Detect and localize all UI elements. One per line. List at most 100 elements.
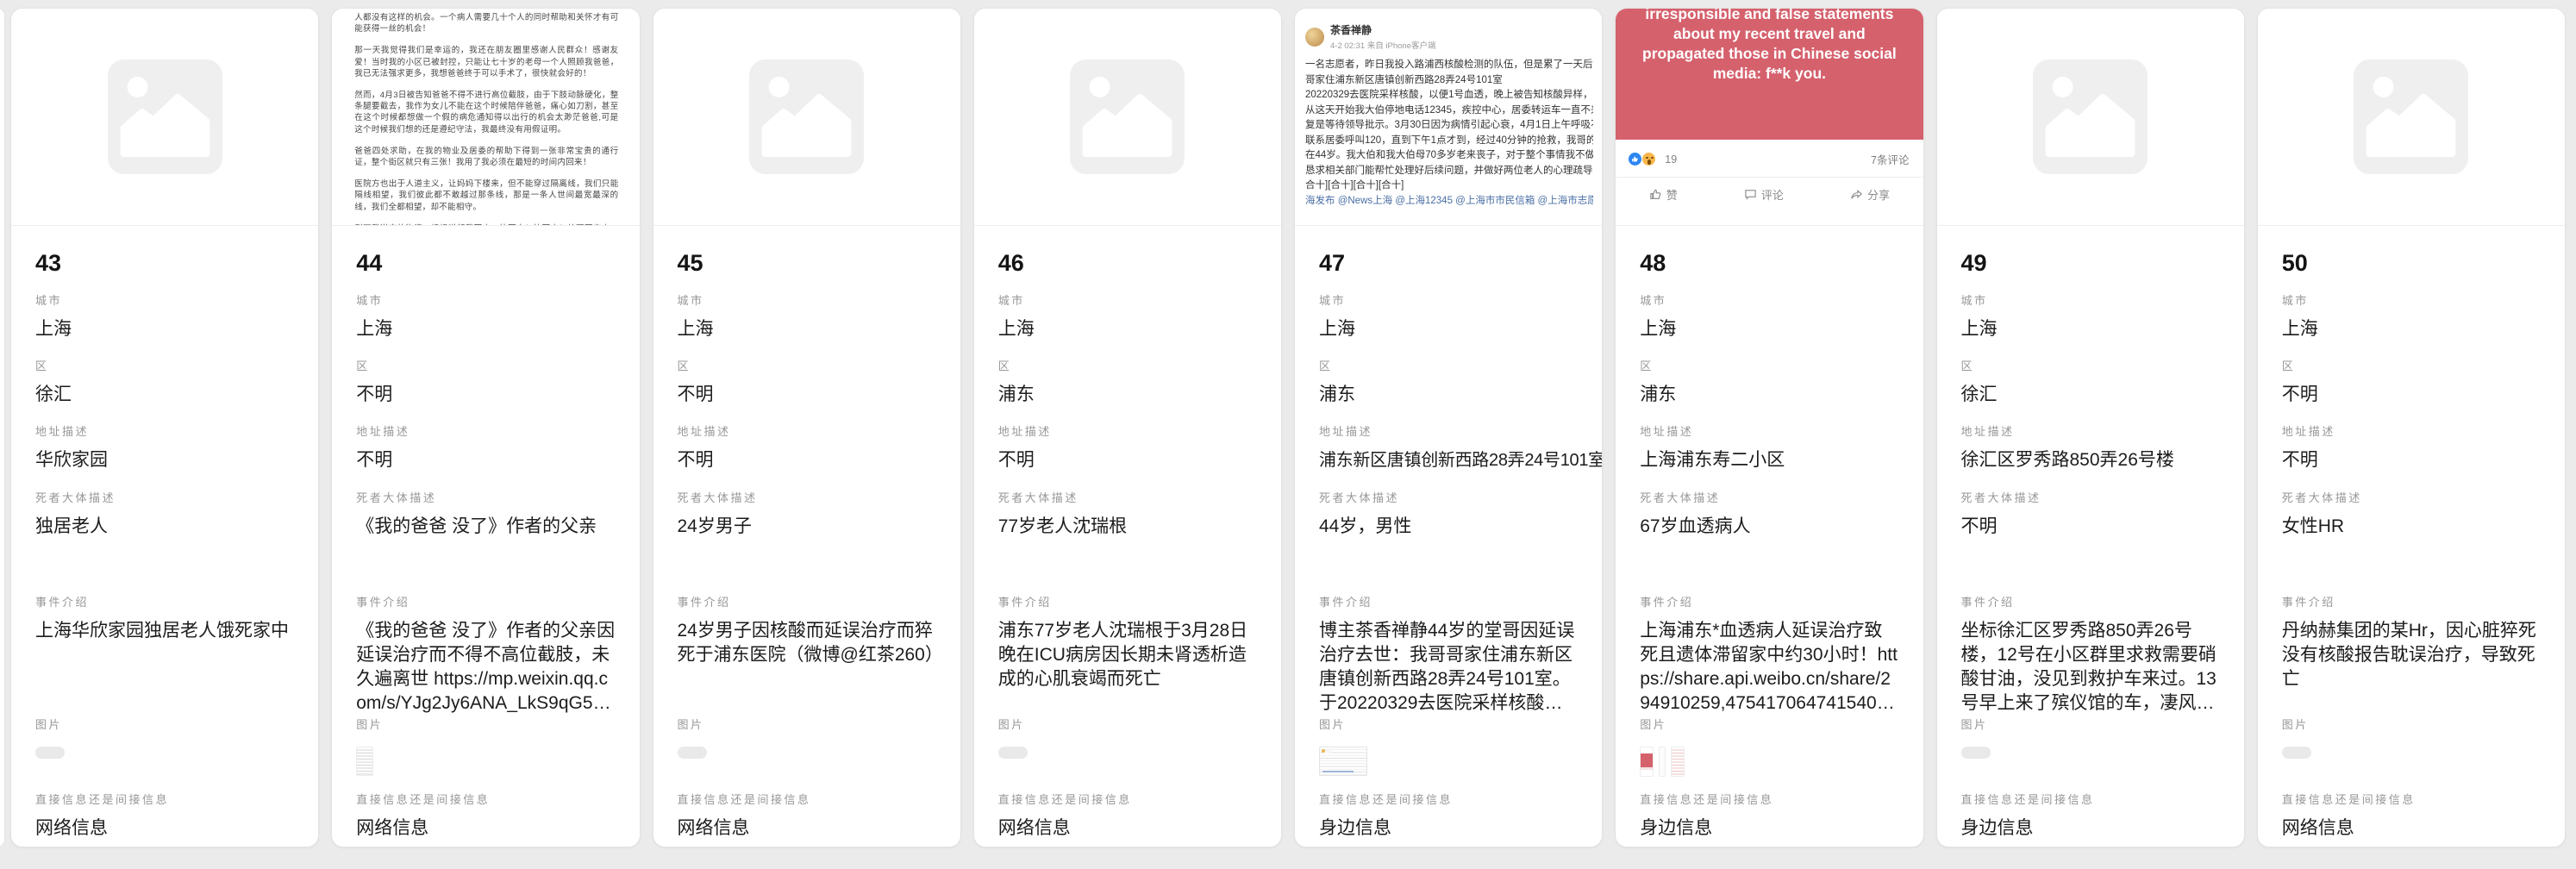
field-value-deceased: 女性HR xyxy=(2282,515,2541,539)
field-value-city: 上海 xyxy=(1319,317,1578,341)
attachment-thumbnail[interactable] xyxy=(1961,747,1991,759)
record-gallery: 43 城市上海 区徐汇 地址描述华欣家园 死者大体描述独居老人 事件介绍上海华欣… xyxy=(0,0,2576,869)
attachment-thumbnail[interactable] xyxy=(35,747,65,759)
field-value-address: 浦东新区唐镇创新西路28弄24号101室 xyxy=(1319,448,1578,472)
weibo-post-body: 一名志愿者，昨日我投入路浦西核酸检测的队伍，但是累了一天后晚上接 哥家住浦东新区… xyxy=(1305,58,1593,209)
reaction-count: 19 xyxy=(1665,153,1677,166)
field-label-deceased: 死者大体描述 xyxy=(678,489,936,505)
field-value-event: 上海华欣家园独居老人饿死家中 xyxy=(35,619,294,643)
field-label-direct: 直接信息还是间接信息 xyxy=(998,791,1257,807)
attachment-preview[interactable]: 茶香禅静 4-2 02:31 来自 iPhone客户端 一名志愿者，昨日我投入路… xyxy=(1295,9,1602,226)
field-label-event: 事件介绍 xyxy=(1319,593,1578,610)
field-label-images: 图片 xyxy=(1319,716,1578,732)
field-value-deceased: 77岁老人沈瑞根 xyxy=(998,515,1257,539)
field-label-deceased: 死者大体描述 xyxy=(1319,489,1578,505)
social-post-actions: 赞 评论 分享 xyxy=(1616,178,1923,203)
record-card[interactable]: 45 城市上海 区不明 地址描述不明 死者大体描述24岁男子 事件介绍24岁男子… xyxy=(653,8,961,847)
attachment-thumbnail[interactable] xyxy=(1659,747,1666,777)
field-label-city: 城市 xyxy=(35,291,294,308)
record-number: 50 xyxy=(2282,250,2541,291)
field-value-district: 浦东 xyxy=(1319,383,1578,407)
field-label-address: 地址描述 xyxy=(678,422,936,439)
field-value-deceased: 独居老人 xyxy=(35,515,294,539)
record-number: 48 xyxy=(1640,250,1898,291)
weibo-post-line: 20220329去医院采样核酸，以便1号血透，晚上被告知核酸异样，等待转移 xyxy=(1305,88,1593,103)
attachment-thumbnail[interactable] xyxy=(998,747,1028,759)
weibo-screenshot: 茶香禅静 4-2 02:31 来自 iPhone客户端 一名志愿者，昨日我投入路… xyxy=(1295,9,1602,209)
comment-bubble-icon xyxy=(1744,188,1757,201)
field-label-event: 事件介绍 xyxy=(998,593,1257,610)
field-label-address: 地址描述 xyxy=(998,422,1257,439)
field-label-event: 事件介绍 xyxy=(35,593,294,610)
record-card[interactable]: 46 城市上海 区浦东 地址描述不明 死者大体描述77岁老人沈瑞根 事件介绍浦东… xyxy=(973,8,1282,847)
like-button[interactable]: 赞 xyxy=(1649,186,1678,203)
record-number: 44 xyxy=(356,250,615,291)
image-placeholder-icon xyxy=(108,59,222,174)
field-value-event: 博主茶香禅静44岁的堂哥因延误治疗去世：我哥哥家住浦东新区唐镇创新西路28弄24… xyxy=(1319,619,1578,716)
field-label-event: 事件介绍 xyxy=(1640,593,1898,610)
field-value-deceased: 《我的爸爸 没了》作者的父亲 xyxy=(356,515,615,539)
attachment-preview[interactable] xyxy=(1937,9,2244,226)
record-card[interactable]: 50 城市上海 区不明 地址描述不明 死者大体描述女性HR 事件介绍丹纳赫集团的… xyxy=(2257,8,2566,847)
record-number: 46 xyxy=(998,250,1257,291)
field-label-district: 区 xyxy=(1640,357,1898,373)
field-value-district: 浦东 xyxy=(998,383,1257,407)
attachment-thumbnail[interactable] xyxy=(2282,747,2311,759)
field-label-district: 区 xyxy=(998,357,1257,373)
image-placeholder-icon xyxy=(1070,59,1185,174)
attachment-preview[interactable] xyxy=(974,9,1281,226)
attachment-preview[interactable]: irresponsible and false statements about… xyxy=(1616,9,1923,226)
comment-button[interactable]: 评论 xyxy=(1744,186,1784,203)
record-card[interactable]: irresponsible and false statements about… xyxy=(1615,8,1923,847)
field-label-images: 图片 xyxy=(998,716,1257,732)
field-value-direct: 网络信息 xyxy=(998,816,1257,841)
record-card[interactable]: 茶香禅静 4-2 02:31 来自 iPhone客户端 一名志愿者，昨日我投入路… xyxy=(1294,8,1603,847)
article-paragraph: 那一天我觉得我们是幸运的，我还在朋友圈里感谢人民群众！感谢友爱！当时我的小区已被… xyxy=(354,45,618,79)
weibo-post-line: 复是等待领导批示。3月30日因为病情引起心衰，4月1日上午呼吸不畅， xyxy=(1305,118,1593,134)
comment-count[interactable]: 7条评论 xyxy=(1871,151,1909,167)
field-value-deceased: 44岁，男性 xyxy=(1319,515,1578,539)
record-number: 47 xyxy=(1319,250,1578,291)
field-value-address: 不明 xyxy=(356,448,615,472)
weibo-post-meta: 4-2 02:31 来自 iPhone客户端 xyxy=(1330,39,1436,51)
field-label-event: 事件介绍 xyxy=(2282,593,2541,610)
field-value-city: 上海 xyxy=(1640,317,1898,341)
field-label-event: 事件介绍 xyxy=(678,593,936,610)
attachment-thumbnail[interactable] xyxy=(356,747,373,776)
share-button[interactable]: 分享 xyxy=(1850,186,1890,203)
field-label-images: 图片 xyxy=(678,716,936,732)
attachment-thumbnail[interactable] xyxy=(1671,747,1685,777)
field-label-city: 城市 xyxy=(2282,291,2541,308)
attachment-preview[interactable] xyxy=(2258,9,2565,226)
like-reaction-icon xyxy=(1628,152,1642,166)
weibo-post-line: 从这天开始我大伯停地电话12345，疾控中心，居委转运车一直不来。永 xyxy=(1305,103,1593,119)
field-value-city: 上海 xyxy=(2282,317,2541,341)
attachment-thumbnail[interactable] xyxy=(1640,747,1654,777)
field-label-direct: 直接信息还是间接信息 xyxy=(2282,791,2541,807)
record-card[interactable]: 49 城市上海 区徐汇 地址描述徐汇区罗秀路850弄26号楼 死者大体描述不明 … xyxy=(1936,8,2245,847)
field-label-district: 区 xyxy=(35,357,294,373)
weibo-post-line: 一名志愿者，昨日我投入路浦西核酸检测的队伍，但是累了一天后晚上接 xyxy=(1305,58,1593,73)
record-card[interactable]: 人都没有这样的机会。一个病人需要几十个人的同时帮助和关怀才有可能获得一丝的机会！… xyxy=(331,8,640,847)
attachment-preview[interactable]: 人都没有这样的机会。一个病人需要几十个人的同时帮助和关怀才有可能获得一丝的机会！… xyxy=(332,9,639,226)
field-value-deceased: 24岁男子 xyxy=(678,515,936,539)
attachment-preview[interactable] xyxy=(11,9,318,226)
attachment-preview[interactable] xyxy=(653,9,960,226)
field-value-district: 不明 xyxy=(356,383,615,407)
image-placeholder-icon xyxy=(2354,59,2468,174)
field-label-direct: 直接信息还是间接信息 xyxy=(1961,791,2220,807)
record-card[interactable]: 43 城市上海 区徐汇 地址描述华欣家园 死者大体描述独居老人 事件介绍上海华欣… xyxy=(10,8,319,847)
field-label-district: 区 xyxy=(1961,357,2220,373)
field-label-address: 地址描述 xyxy=(35,422,294,439)
weibo-post-line: 联系居委呼叫120，直到下午1点才到，经过40分钟的抢救，我哥的生命 xyxy=(1305,134,1593,149)
field-label-deceased: 死者大体描述 xyxy=(1640,489,1898,505)
social-post-text-card: irresponsible and false statements about… xyxy=(1616,9,1923,140)
field-label-images: 图片 xyxy=(1640,716,1898,732)
social-post-text: irresponsible and false statements about… xyxy=(1636,9,1902,140)
field-label-deceased: 死者大体描述 xyxy=(1961,489,2220,505)
attachment-thumbnail[interactable] xyxy=(678,747,707,759)
attachment-thumbnail[interactable] xyxy=(1319,747,1367,776)
weibo-post-line: 合十][合十][合十][合十] xyxy=(1305,178,1593,194)
article-paragraph: 爸爸四处求助，在我的物业及居委的帮助下得到一张非常宝贵的通行证，整个街区就只有三… xyxy=(354,146,618,168)
field-value-direct: 网络信息 xyxy=(678,816,936,841)
